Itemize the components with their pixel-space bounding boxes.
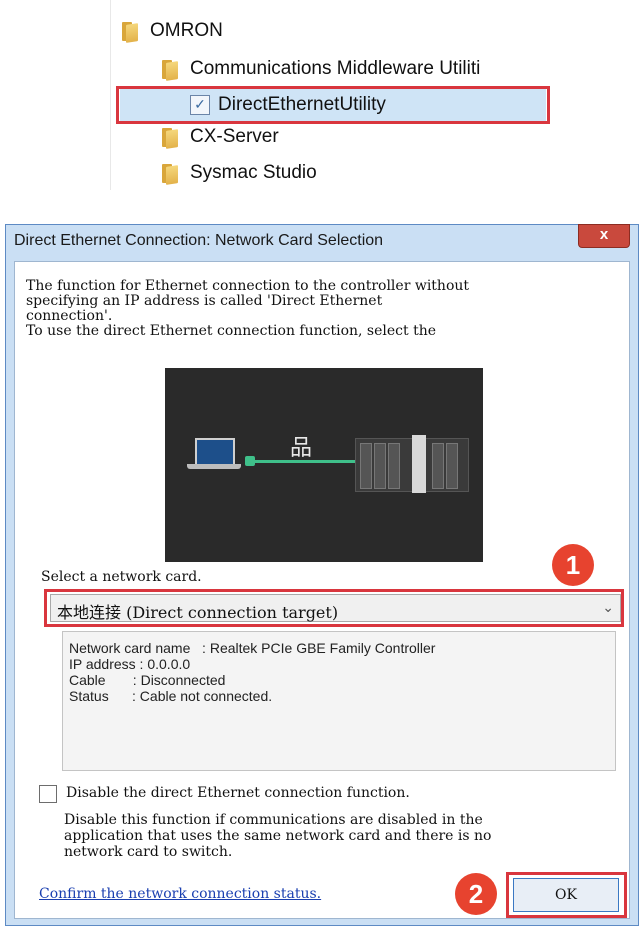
highlight-ok-button [506,872,627,918]
confirm-status-link[interactable]: Confirm the network connection status. [39,886,321,902]
select-card-label: Select a network card. [41,569,202,585]
title-bar: Direct Ethernet Connection: Network Card… [6,224,638,259]
description-text: The function for Ethernet connection to … [26,278,470,339]
network-icon: 品 [290,435,313,460]
folder-icon [160,162,180,185]
info-cable: Cable : Disconnected [69,672,226,688]
close-button[interactable]: x [578,224,630,248]
step-badge-2: 2 [455,873,497,915]
network-card-info: Network card name : Realtek PCIe GBE Fam… [62,631,616,771]
dialog-title: Direct Ethernet Connection: Network Card… [14,232,384,249]
connection-illustration: 品 [165,368,483,562]
menu-item-directethernetutility[interactable]: ✓ DirectEthernetUtility [190,88,386,122]
menu-item-cx-server[interactable]: CX-Server [160,120,279,154]
controller-icon [355,435,469,493]
disable-note: Disable this function if communications … [64,812,492,860]
menu-item-omron[interactable]: OMRON [120,14,223,48]
menu-item-label: Sysmac Studio [190,162,317,183]
menu-item-label: CX-Server [190,126,279,147]
app-icon: ✓ [190,95,210,115]
menu-item-communications-middleware[interactable]: Communications Middleware Utiliti [160,52,480,86]
menu-item-sysmac-studio[interactable]: Sysmac Studio [160,156,317,190]
laptop-icon [195,438,235,466]
info-ip-address: IP address : 0.0.0.0 [69,656,191,672]
info-status: Status : Cable not connected. [69,688,273,704]
close-icon: x [599,226,609,243]
disable-checkbox[interactable] [39,785,57,803]
info-card-name: Network card name : Realtek PCIe GBE Fam… [69,640,436,656]
step-badge-1: 1 [552,544,594,586]
menu-item-label: DirectEthernetUtility [218,94,386,115]
disable-checkbox-label[interactable]: Disable the direct Ethernet connection f… [66,785,410,801]
highlight-card-select [44,589,624,627]
menu-item-label: Communications Middleware Utiliti [190,58,481,79]
folder-icon [120,20,140,43]
folder-icon [160,58,180,81]
folder-icon [160,126,180,149]
menu-item-label: OMRON [150,20,223,41]
